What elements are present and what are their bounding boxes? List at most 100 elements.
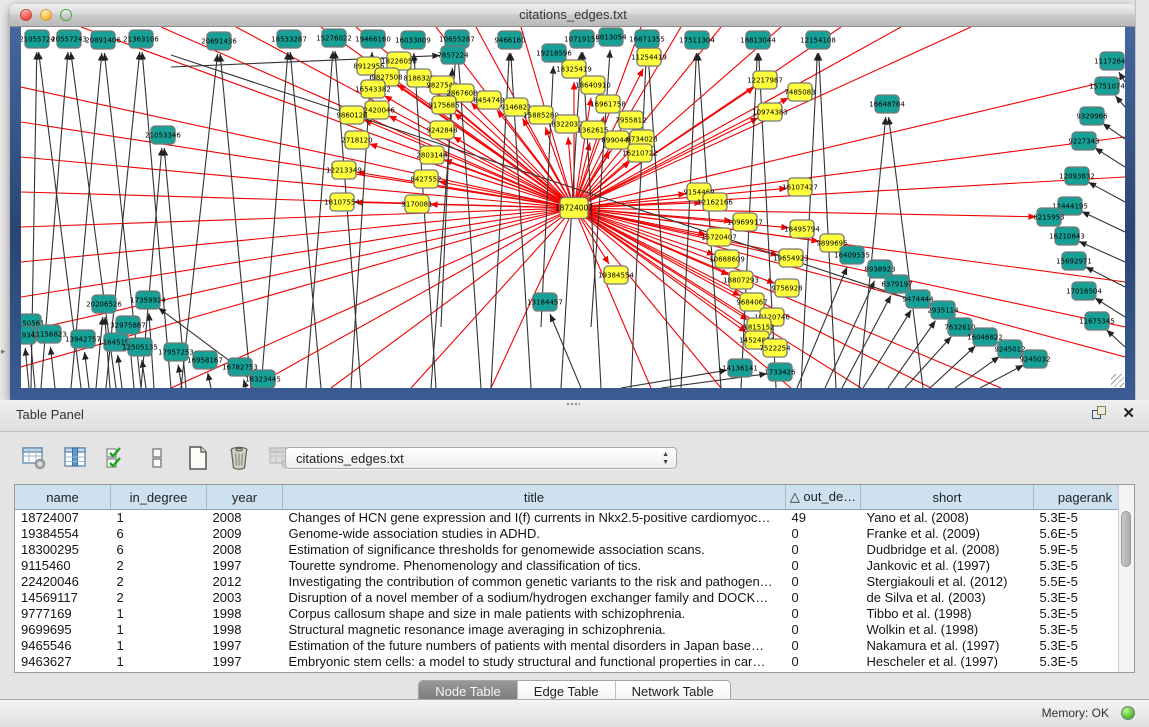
column-header-year[interactable]: year: [207, 485, 283, 510]
network-node[interactable]: 18323445: [245, 370, 281, 388]
table-row[interactable]: 946362711997Embryonic stem cells: a mode…: [15, 654, 1135, 670]
network-node[interactable]: 16409535: [834, 246, 870, 264]
column-header-name[interactable]: name: [15, 485, 111, 510]
table-row[interactable]: 1456911722003Disruption of a novel membe…: [15, 590, 1135, 606]
network-node[interactable]: 19654923: [773, 249, 809, 267]
network-node[interactable]: 9175685: [428, 96, 459, 114]
network-node[interactable]: 9242848: [426, 121, 457, 139]
select-all-rows-icon[interactable]: [102, 444, 130, 472]
network-node[interactable]: 18107554: [324, 193, 360, 211]
network-canvas[interactable]: 1872400789129551822605898275081654338281…: [21, 27, 1125, 388]
zoom-button[interactable]: [60, 9, 72, 21]
network-node[interactable]: 17511304: [679, 31, 715, 49]
close-panel-icon[interactable]: ✕: [1122, 406, 1135, 422]
table-row[interactable]: 1872400712008Changes of HCN gene express…: [15, 510, 1135, 527]
network-node[interactable]: 17359924: [130, 291, 166, 309]
network-canvas-svg[interactable]: 1872400789129551822605898275081654338281…: [21, 27, 1125, 388]
network-node[interactable]: 10974383: [752, 103, 788, 121]
close-button[interactable]: [20, 9, 32, 21]
network-node[interactable]: 19384554: [598, 266, 634, 284]
network-node[interactable]: 20691436: [201, 32, 237, 50]
network-node[interactable]: 19218596: [536, 44, 572, 62]
network-node[interactable]: 13184457: [527, 293, 563, 311]
table-row[interactable]: 946554611997Estimation of the future num…: [15, 638, 1135, 654]
network-node[interactable]: 20891406: [85, 31, 121, 49]
network-node[interactable]: 12505135: [122, 338, 158, 356]
network-node[interactable]: 2803144: [416, 146, 448, 164]
network-node[interactable]: 10969917: [727, 213, 763, 231]
network-node[interactable]: 12217987: [747, 71, 783, 89]
network-node[interactable]: 18495794: [784, 220, 820, 238]
network-node[interactable]: 9170081: [401, 195, 432, 213]
network-node[interactable]: 2718120: [341, 131, 372, 149]
network-node[interactable]: 9245032: [1019, 350, 1050, 368]
network-node[interactable]: 11172645: [1094, 52, 1125, 70]
table-row[interactable]: 911546021997Tourette syndrome. Phenomeno…: [15, 558, 1135, 574]
show-columns-icon[interactable]: [61, 444, 89, 472]
column-header-in_degree[interactable]: in_degree: [111, 485, 207, 510]
network-node[interactable]: 1733426: [764, 363, 796, 381]
delete-table-icon[interactable]: [225, 444, 253, 472]
network-node[interactable]: 7485083: [784, 83, 815, 101]
network-node[interactable]: 10688609: [709, 250, 745, 268]
new-table-icon[interactable]: [184, 444, 212, 472]
network-node[interactable]: 11156823: [31, 325, 67, 343]
network-node[interactable]: 17016504: [1066, 282, 1102, 300]
network-node[interactable]: 18807293: [723, 271, 759, 289]
column-header-title[interactable]: title: [283, 485, 786, 510]
network-node[interactable]: 16210643: [1049, 227, 1085, 245]
network-node[interactable]: 12213349: [326, 161, 362, 179]
splitter-handle[interactable]: [566, 402, 580, 407]
network-node[interactable]: 19466160: [355, 30, 391, 48]
table-row[interactable]: 969969511998Structural magnetic resonanc…: [15, 622, 1135, 638]
table-row[interactable]: 1938455462009Genome-wide association stu…: [15, 526, 1135, 542]
network-node[interactable]: 14136141: [722, 359, 758, 377]
network-node[interactable]: 9756928: [771, 279, 802, 297]
network-node[interactable]: 15692971: [1056, 252, 1092, 270]
network-node[interactable]: 10655287: [439, 30, 475, 48]
network-node[interactable]: 16671355: [629, 30, 665, 48]
network-node[interactable]: 13942757: [65, 330, 101, 348]
network-node[interactable]: 11254419: [631, 48, 667, 66]
network-node[interactable]: 20557243: [51, 30, 87, 48]
network-node[interactable]: 9474444: [902, 290, 934, 308]
network-node[interactable]: 18325419: [556, 60, 592, 78]
network-node[interactable]: 7955812: [615, 111, 646, 129]
column-header-short[interactable]: short: [861, 485, 1034, 510]
network-node[interactable]: 9466160: [494, 31, 525, 49]
minimize-button[interactable]: [40, 9, 52, 21]
network-node[interactable]: 15751074: [1089, 77, 1125, 95]
table-row[interactable]: 2242004622012Investigating the contribut…: [15, 574, 1135, 590]
table-settings-icon[interactable]: [20, 444, 48, 472]
network-node[interactable]: 15720407: [701, 228, 737, 246]
network-node[interactable]: 16958167: [187, 351, 223, 369]
collapsed-panel-arrow-icon[interactable]: ▸: [1, 346, 6, 357]
clear-row-selection-icon[interactable]: [143, 444, 171, 472]
network-node[interactable]: 12154108: [800, 31, 836, 49]
network-node[interactable]: 18640910: [575, 76, 611, 94]
network-node[interactable]: 18813044: [740, 31, 776, 49]
table-row[interactable]: 1830029562008Estimation of significance …: [15, 542, 1135, 558]
network-node[interactable]: 7522254: [759, 339, 791, 357]
network-node[interactable]: 16543382: [355, 80, 391, 98]
float-panel-icon[interactable]: [1092, 406, 1108, 422]
table-selector-dropdown[interactable]: citations_edges.txt ▲▼: [285, 447, 677, 469]
network-node[interactable]: 32975887: [110, 316, 146, 334]
network-node[interactable]: 8215953: [1033, 208, 1064, 226]
table-scrollbar[interactable]: [1118, 485, 1134, 672]
network-node[interactable]: 16648784: [869, 95, 905, 113]
network-node[interactable]: 21053346: [145, 126, 181, 144]
network-node[interactable]: 16961758: [590, 95, 626, 113]
table-row[interactable]: 977716911998Corpus callosum shape and si…: [15, 606, 1135, 622]
window-titlebar[interactable]: citations_edges.txt: [10, 4, 1136, 27]
network-node[interactable]: 16107427: [782, 178, 818, 196]
network-node[interactable]: 16033809: [395, 31, 431, 49]
network-node[interactable]: 21363106: [123, 30, 159, 48]
network-node[interactable]: 9227343: [1068, 132, 1099, 150]
network-node[interactable]: 15276022: [316, 29, 352, 47]
network-node[interactable]: 16210722: [622, 144, 658, 162]
network-node[interactable]: 7857224: [437, 46, 469, 64]
network-node[interactable]: 18724007: [555, 198, 593, 219]
network-node[interactable]: 8813054: [595, 28, 627, 46]
resize-grip[interactable]: [1111, 374, 1124, 387]
